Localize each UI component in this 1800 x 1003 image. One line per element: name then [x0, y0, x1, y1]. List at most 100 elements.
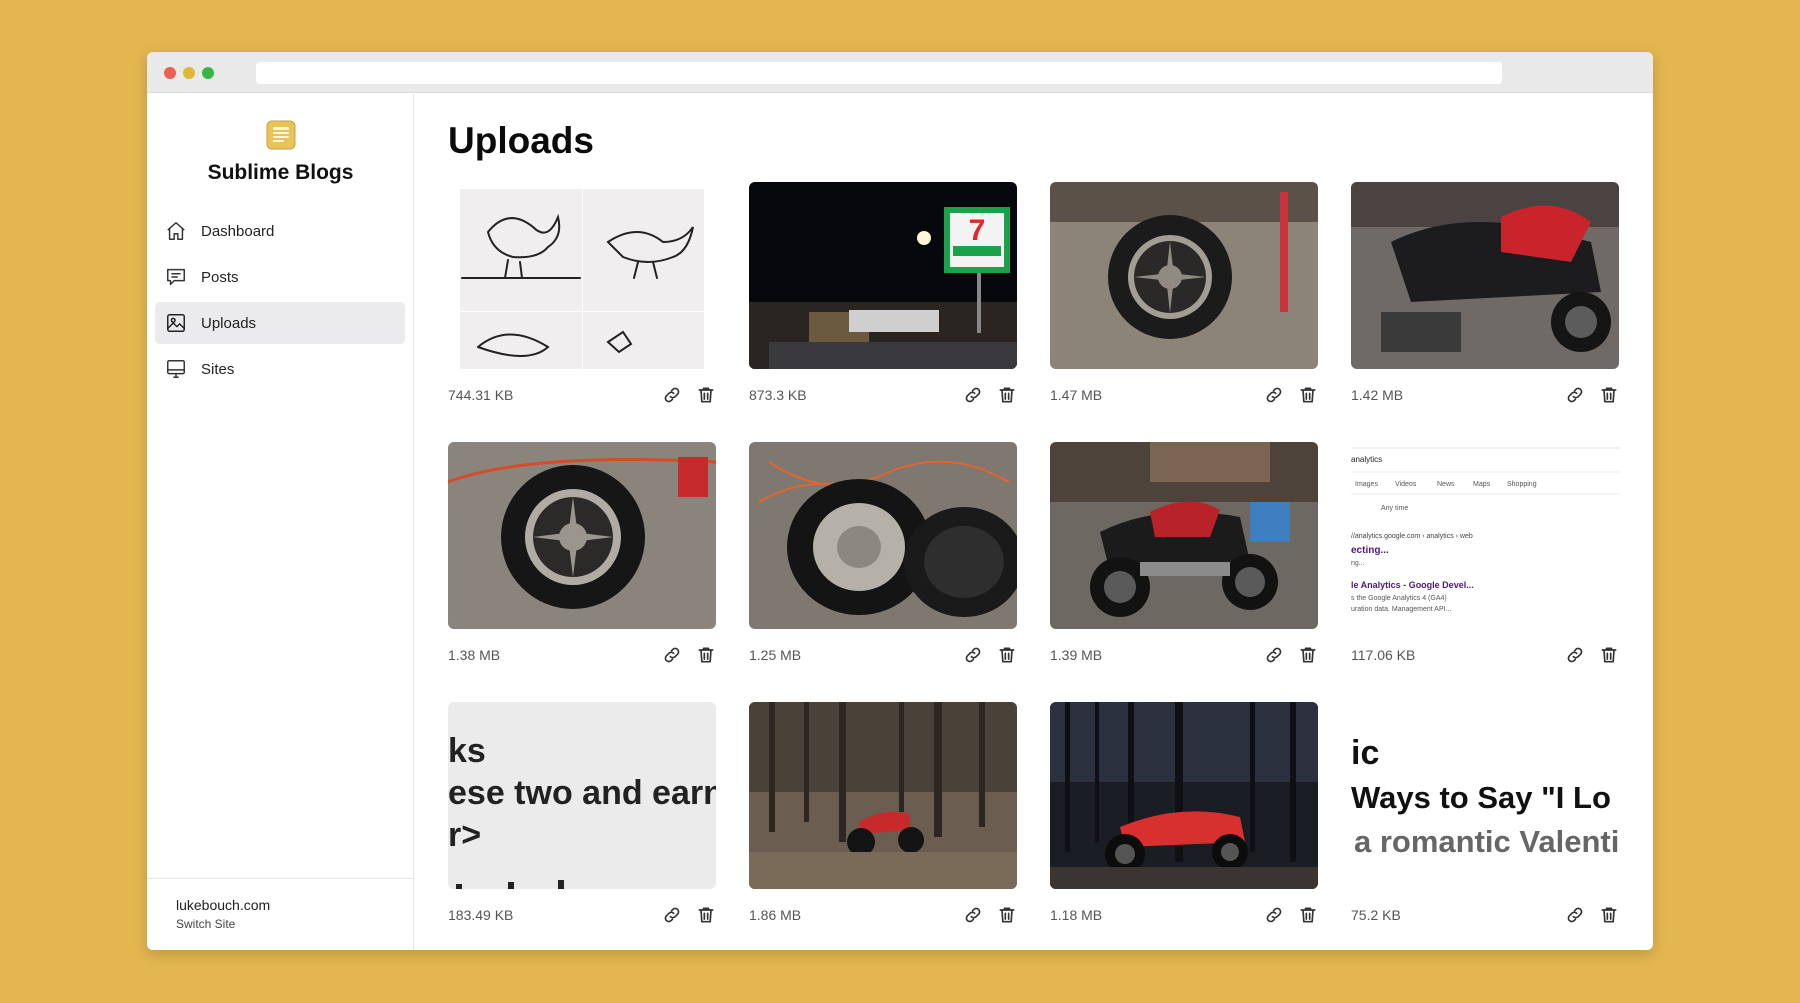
delete-trash-icon[interactable]: [1298, 905, 1320, 927]
upload-card: 1.38 MB: [448, 442, 716, 672]
upload-card: ks ese two and earn r> 183.49 KB: [448, 702, 716, 932]
file-size: 183.49 KB: [448, 907, 514, 923]
sidebar-nav: Dashboard Posts Uploads Sites: [155, 210, 405, 394]
site-switcher: lukebouch.com Switch Site: [147, 878, 414, 950]
monitor-icon: [165, 358, 187, 380]
upload-meta: 117.06 KB: [1351, 645, 1619, 667]
upload-thumbnail[interactable]: [749, 442, 1017, 629]
delete-trash-icon[interactable]: [1298, 645, 1320, 667]
delete-trash-icon[interactable]: [696, 905, 718, 927]
sidebar: Sublime Blogs Dashboard Posts Uploads Si…: [147, 94, 414, 950]
copy-link-icon[interactable]: [963, 645, 985, 667]
image-icon: [165, 312, 187, 334]
upload-thumbnail[interactable]: analytics Images Videos News Maps Shoppi…: [1351, 442, 1619, 629]
thumb-search-snippet: uration data. Management API...: [1351, 606, 1451, 613]
upload-card: 1.47 MB: [1050, 182, 1318, 412]
upload-meta: 1.47 MB: [1050, 385, 1318, 407]
minimize-window-button[interactable]: [183, 67, 195, 79]
copy-link-icon[interactable]: [1264, 385, 1286, 407]
upload-card: 1.86 MB: [749, 702, 1017, 932]
title-bar: [147, 52, 1653, 93]
copy-link-icon[interactable]: [1264, 905, 1286, 927]
sidebar-item-label: Sites: [201, 360, 235, 378]
sidebar-item-posts[interactable]: Posts: [155, 256, 405, 298]
thumb-text-line: ic: [1351, 734, 1379, 772]
upload-meta: 1.39 MB: [1050, 645, 1318, 667]
thumb-search-result: ecting...: [1351, 545, 1389, 556]
upload-meta: 873.3 KB: [749, 385, 1017, 407]
upload-thumbnail[interactable]: [1050, 182, 1318, 369]
upload-card: 1.18 MB: [1050, 702, 1318, 932]
address-bar[interactable]: [256, 62, 1502, 84]
upload-thumbnail[interactable]: [1050, 702, 1318, 889]
copy-link-icon[interactable]: [662, 645, 684, 667]
svg-text:7: 7: [969, 214, 986, 247]
thumb-search-snippet: s the Google Analytics 4 (GA4): [1351, 595, 1447, 602]
copy-link-icon[interactable]: [963, 905, 985, 927]
file-size: 1.25 MB: [749, 647, 802, 663]
upload-thumbnail[interactable]: [749, 702, 1017, 889]
copy-link-icon[interactable]: [1565, 905, 1587, 927]
thumb-search-tab: Videos: [1395, 481, 1417, 488]
upload-thumbnail[interactable]: ks ese two and earn r>: [448, 702, 716, 889]
zoom-window-button[interactable]: [202, 67, 214, 79]
delete-trash-icon[interactable]: [1599, 645, 1621, 667]
copy-link-icon[interactable]: [1264, 645, 1286, 667]
upload-meta: 1.38 MB: [448, 645, 716, 667]
sidebar-item-sites[interactable]: Sites: [155, 348, 405, 390]
thumb-text-line: Ways to Say "I Lo: [1351, 780, 1611, 815]
sidebar-item-dashboard[interactable]: Dashboard: [155, 210, 405, 252]
upload-meta: 1.42 MB: [1351, 385, 1619, 407]
upload-meta: 75.2 KB: [1351, 905, 1619, 927]
upload-thumbnail[interactable]: [1351, 182, 1619, 369]
file-size: 873.3 KB: [749, 387, 807, 403]
delete-trash-icon[interactable]: [1599, 385, 1621, 407]
delete-trash-icon[interactable]: [1599, 905, 1621, 927]
upload-card: 1.25 MB: [749, 442, 1017, 672]
sidebar-item-label: Posts: [201, 268, 239, 286]
upload-thumbnail[interactable]: [1050, 442, 1318, 629]
upload-meta: 183.49 KB: [448, 905, 716, 927]
thumb-search-header: analytics: [1351, 455, 1382, 464]
upload-meta: 1.25 MB: [749, 645, 1017, 667]
file-size: 117.06 KB: [1351, 647, 1416, 663]
delete-trash-icon[interactable]: [1298, 385, 1320, 407]
delete-trash-icon[interactable]: [997, 385, 1019, 407]
thumb-search-filter: Any time: [1381, 505, 1408, 512]
upload-card: 744.31 KB: [448, 182, 716, 412]
copy-link-icon[interactable]: [662, 385, 684, 407]
copy-link-icon[interactable]: [963, 385, 985, 407]
upload-card: ic Ways to Say "I Lo a romantic Valenti …: [1351, 702, 1619, 932]
home-icon: [165, 220, 187, 242]
app-name: Sublime Blogs: [207, 161, 354, 184]
copy-link-icon[interactable]: [662, 905, 684, 927]
delete-trash-icon[interactable]: [997, 645, 1019, 667]
main-content: Uploads 744.31 KB 7 873.3 KB 1.47 MB 1.4…: [415, 94, 1653, 950]
file-size: 1.86 MB: [749, 907, 802, 923]
thumb-search-tab: Images: [1355, 481, 1378, 488]
sidebar-item-label: Uploads: [201, 314, 257, 332]
upload-meta: 1.86 MB: [749, 905, 1017, 927]
upload-card: 7 873.3 KB: [749, 182, 1017, 412]
copy-link-icon[interactable]: [1565, 385, 1587, 407]
upload-meta: 1.18 MB: [1050, 905, 1318, 927]
upload-thumbnail[interactable]: ic Ways to Say "I Lo a romantic Valenti: [1351, 702, 1619, 889]
copy-link-icon[interactable]: [1565, 645, 1587, 667]
thumb-search-url: //analytics.google.com › analytics › web: [1351, 533, 1473, 540]
upload-thumbnail[interactable]: [448, 442, 716, 629]
sidebar-item-label: Dashboard: [201, 222, 275, 240]
close-window-button[interactable]: [164, 67, 176, 79]
upload-thumbnail[interactable]: [448, 182, 716, 369]
file-size: 1.47 MB: [1050, 387, 1103, 403]
sidebar-item-uploads[interactable]: Uploads: [155, 302, 405, 344]
thumb-search-tab: Maps: [1473, 481, 1491, 488]
delete-trash-icon[interactable]: [696, 385, 718, 407]
delete-trash-icon[interactable]: [696, 645, 718, 667]
upload-thumbnail[interactable]: 7: [749, 182, 1017, 369]
current-site-domain: lukebouch.com: [176, 897, 271, 913]
file-size: 1.42 MB: [1351, 387, 1404, 403]
upload-card: 1.42 MB: [1351, 182, 1619, 412]
switch-site-link[interactable]: Switch Site: [176, 917, 414, 931]
delete-trash-icon[interactable]: [997, 905, 1019, 927]
thumb-search-result: le Analytics - Google Devel...: [1351, 580, 1474, 590]
